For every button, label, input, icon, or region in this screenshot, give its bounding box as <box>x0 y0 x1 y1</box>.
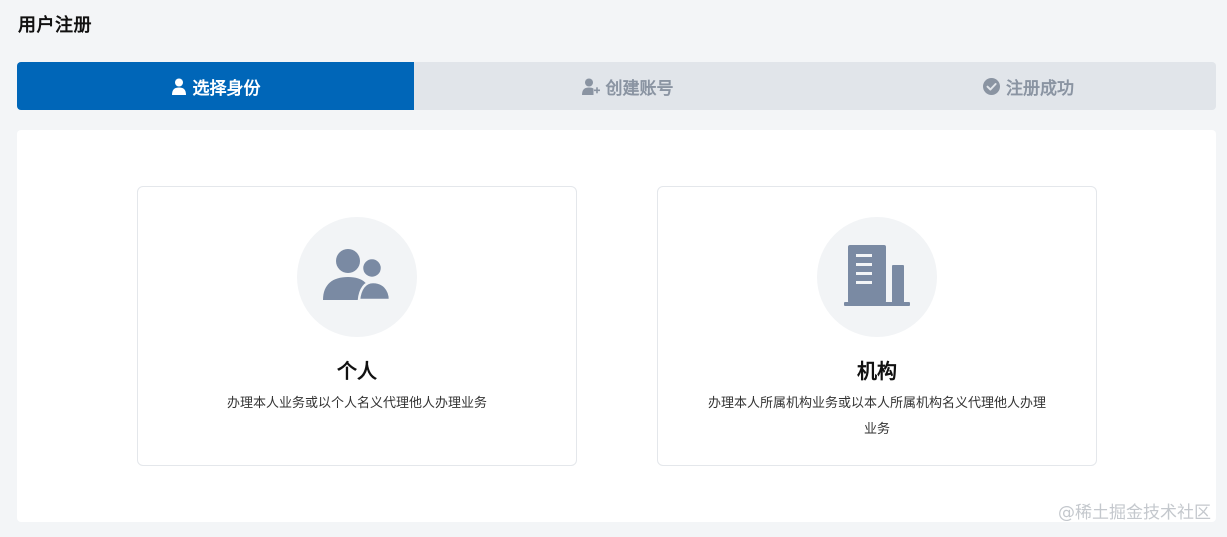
step-label: 注册成功 <box>1006 78 1074 99</box>
step-register-success: 注册成功 <box>841 62 1216 110</box>
step-progress-bar: 选择身份 创建账号 注册成功 <box>17 62 1216 110</box>
step-label: 选择身份 <box>192 78 261 99</box>
icon-circle <box>297 217 417 337</box>
personal-identity-card[interactable]: 个人 办理本人业务或以个人名义代理他人办理业务 <box>137 186 577 466</box>
card-description: 办理本人业务或以个人名义代理他人办理业务 <box>226 396 487 411</box>
building-icon <box>844 243 910 311</box>
user-add-icon <box>581 78 600 95</box>
users-icon <box>323 248 392 306</box>
step-label: 创建账号 <box>605 78 674 99</box>
card-title: 机构 <box>857 359 897 383</box>
card-description: 办理本人所属机构业务或以本人所属机构名义代理他人办理业务 <box>708 396 1047 437</box>
page-title: 用户注册 <box>18 15 92 36</box>
watermark: @稀土掘金技术社区 <box>1058 503 1211 523</box>
identity-selection-panel: 个人 办理本人业务或以个人名义代理他人办理业务 机构 办理本人所属机构业务或以本… <box>17 130 1216 522</box>
organization-identity-card[interactable]: 机构 办理本人所属机构业务或以本人所属机构名义代理他人办理业务 <box>657 186 1097 466</box>
step-select-identity: 选择身份 <box>17 62 414 110</box>
step-create-account: 创建账号 <box>414 62 841 110</box>
card-title: 个人 <box>337 359 377 383</box>
icon-circle <box>817 217 937 337</box>
user-icon <box>171 78 187 95</box>
check-circle-icon <box>983 77 1000 95</box>
